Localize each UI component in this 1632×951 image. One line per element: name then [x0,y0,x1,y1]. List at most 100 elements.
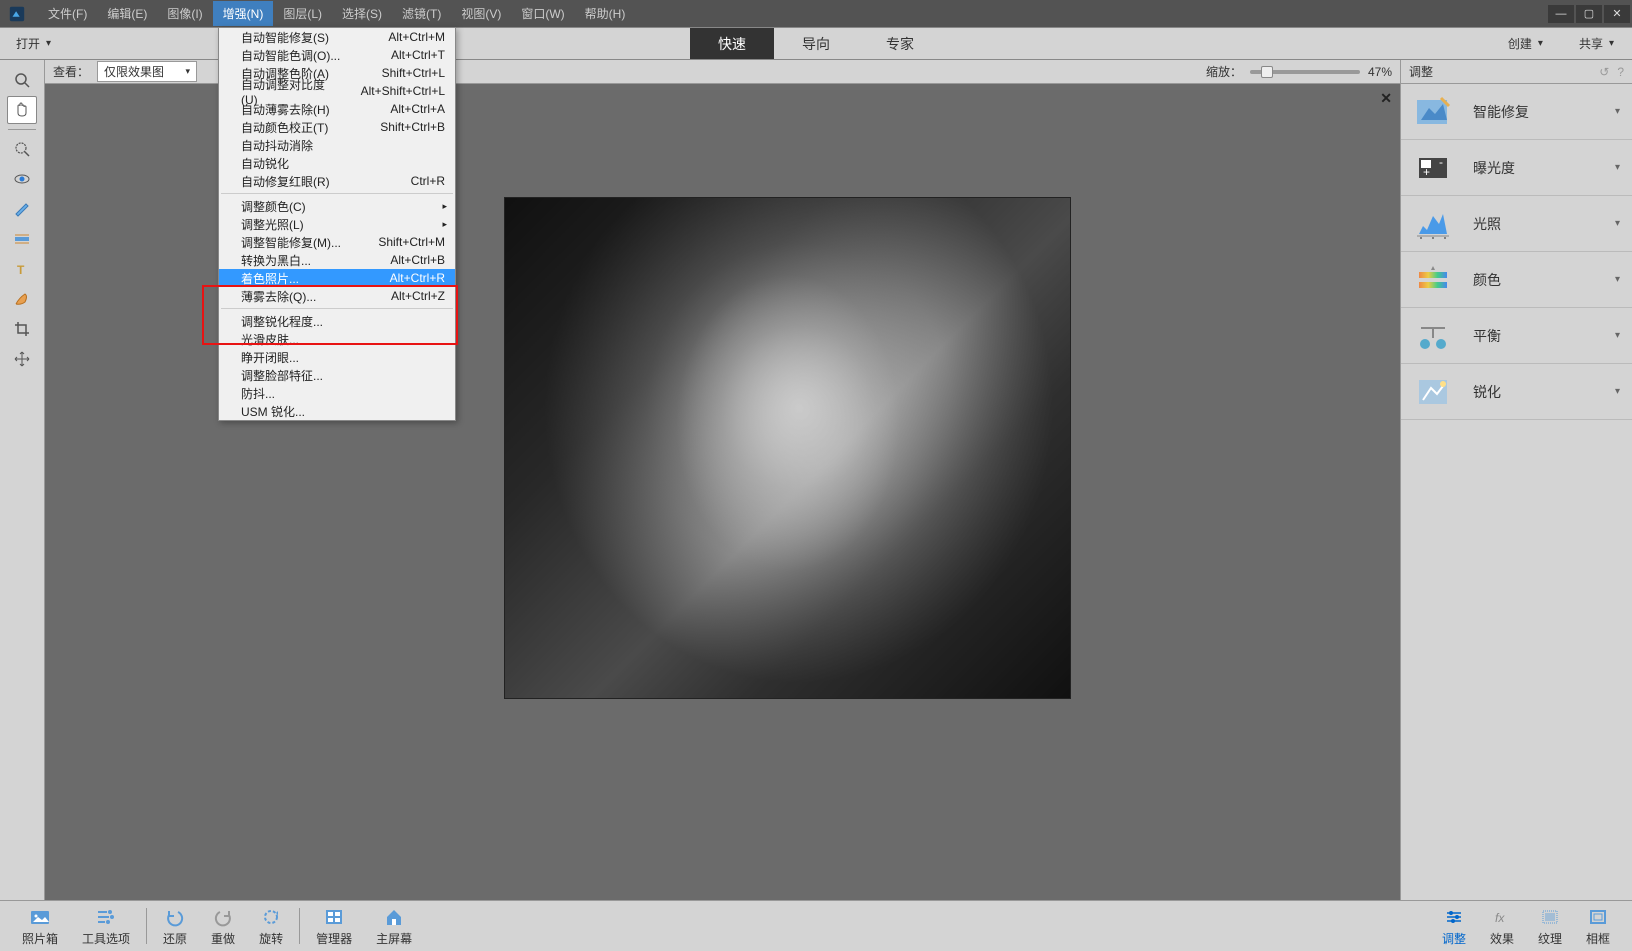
dropdown-item[interactable]: 自动智能色调(O)...Alt+Ctrl+T [219,46,455,64]
adjust-row[interactable]: 平衡▾ [1401,308,1632,364]
tab-texture[interactable]: 纹理 [1526,906,1574,947]
dropdown-item[interactable]: 防抖... [219,384,455,402]
photo-bin-button[interactable]: 照片箱 [10,906,70,947]
tab-adjust[interactable]: 调整 [1430,906,1478,947]
maximize-button[interactable]: ▢ [1576,5,1602,23]
open-button[interactable]: 打开 [0,28,67,59]
redeye-tool[interactable] [7,165,37,193]
menu-enhance[interactable]: 增强(N) [213,1,274,26]
dropdown-item[interactable]: 调整锐化程度... [219,312,455,330]
redo-icon [212,906,234,928]
hand-tool[interactable] [7,96,37,124]
dropdown-item[interactable]: 自动调整对比度(U)Alt+Shift+Ctrl+L [219,82,455,100]
create-button[interactable]: 创建 [1490,28,1561,59]
tab-expert[interactable]: 专家 [858,28,942,59]
menu-filter[interactable]: 滤镜(T) [392,1,451,26]
organizer-button[interactable]: 管理器 [304,906,364,947]
adjust-label: 平衡 [1473,326,1501,346]
dropdown-item[interactable]: 调整智能修复(M)...Shift+Ctrl+M [219,233,455,251]
redo-button[interactable]: 重做 [199,906,247,947]
bottom-right-tabs: 调整 fx效果 纹理 相框 [1430,906,1622,947]
adjust-icon [1413,317,1453,355]
adjust-label: 曝光度 [1473,158,1515,178]
spot-heal-tool[interactable] [7,285,37,313]
zoom-tool[interactable] [7,66,37,94]
adjust-row[interactable]: 锐化▾ [1401,364,1632,420]
dropdown-item[interactable]: 薄雾去除(Q)...Alt+Ctrl+Z [219,287,455,305]
dropdown-item[interactable]: 调整脸部特征... [219,366,455,384]
view-mode-select[interactable]: 仅限效果图 [97,61,197,82]
undo-button[interactable]: 还原 [151,906,199,947]
dropdown-item[interactable]: 自动抖动消除 [219,136,455,154]
straighten-tool[interactable] [7,225,37,253]
tab-frame[interactable]: 相框 [1574,906,1622,947]
reset-icon[interactable]: ↺ [1599,65,1609,79]
tab-effects[interactable]: fx效果 [1478,906,1526,947]
tool-options-button[interactable]: 工具选项 [70,906,142,947]
rotate-icon [260,906,282,928]
adjust-icon [1443,906,1465,928]
rotate-button[interactable]: 旋转 [247,906,295,947]
svg-text:fx: fx [1495,911,1505,925]
home-button[interactable]: 主屏幕 [364,906,424,947]
adjust-icon: +- [1413,149,1453,187]
dropdown-item[interactable]: 调整光照(L) [219,215,455,233]
svg-text:+: + [1423,165,1430,179]
photo-bin-icon [29,906,51,928]
texture-icon [1539,906,1561,928]
menu-file[interactable]: 文件(F) [38,1,97,26]
right-panel-title: 调整 [1409,63,1433,80]
quick-select-tool[interactable] [7,135,37,163]
menu-layer[interactable]: 图层(L) [273,1,332,26]
dropdown-item[interactable]: 着色照片...Alt+Ctrl+R [219,269,455,287]
chevron-down-icon: ▾ [1615,162,1620,173]
chevron-down-icon: ▾ [1615,106,1620,117]
adjust-icon [1413,261,1453,299]
tab-quick[interactable]: 快速 [690,28,774,59]
tab-guided[interactable]: 导向 [774,28,858,59]
move-tool[interactable] [7,345,37,373]
adjust-row[interactable]: 智能修复▾ [1401,84,1632,140]
enhance-dropdown[interactable]: 自动智能修复(S)Alt+Ctrl+M自动智能色调(O)...Alt+Ctrl+… [218,27,456,421]
zoom-value: 47% [1368,65,1392,79]
tool-options-icon [95,906,117,928]
minimize-button[interactable]: — [1548,5,1574,23]
dropdown-item[interactable]: 自动锐化 [219,154,455,172]
dropdown-item[interactable]: 自动智能修复(S)Alt+Ctrl+M [219,28,455,46]
undo-icon [164,906,186,928]
menu-edit[interactable]: 编辑(E) [97,1,157,26]
dropdown-item[interactable]: 光滑皮肤... [219,330,455,348]
menu-window[interactable]: 窗口(W) [511,1,574,26]
text-tool[interactable]: T [7,255,37,283]
help-icon[interactable]: ? [1617,65,1624,79]
dropdown-item[interactable]: 自动颜色校正(T)Shift+Ctrl+B [219,118,455,136]
app-logo [8,5,26,23]
dropdown-item[interactable]: USM 锐化... [219,402,455,420]
chevron-down-icon: ▾ [1615,274,1620,285]
close-document-icon[interactable]: ✕ [1380,90,1392,107]
whiten-tool[interactable] [7,195,37,223]
dropdown-item[interactable]: 转换为黑白...Alt+Ctrl+B [219,251,455,269]
zoom-slider[interactable] [1250,70,1360,74]
effects-icon: fx [1491,906,1513,928]
svg-text:-: - [1439,155,1443,169]
view-label: 查看： [53,63,89,80]
dropdown-item[interactable]: 自动修复红眼(R)Ctrl+R [219,172,455,190]
menu-view[interactable]: 视图(V) [451,1,511,26]
adjust-row[interactable]: +- 曝光度 ▾ [1401,140,1632,196]
adjust-row[interactable]: 光照▾ [1401,196,1632,252]
adjust-row[interactable]: 颜色▾ [1401,252,1632,308]
menu-image[interactable]: 图像(I) [157,1,212,26]
menu-help[interactable]: 帮助(H) [575,1,636,26]
crop-tool[interactable] [7,315,37,343]
share-button[interactable]: 共享 [1561,28,1632,59]
document-image[interactable] [504,197,1071,699]
tool-column: T [0,60,45,900]
dropdown-item[interactable]: 睁开闭眼... [219,348,455,366]
mode-tabs: 快速 导向 专家 [690,28,942,59]
dropdown-item[interactable]: 自动薄雾去除(H)Alt+Ctrl+A [219,100,455,118]
menu-select[interactable]: 选择(S) [332,1,392,26]
bottom-bar: 照片箱 工具选项 还原 重做 旋转 管理器 主屏幕 调整 fx效果 纹理 相框 [0,900,1632,951]
close-button[interactable]: ✕ [1604,5,1630,23]
dropdown-item[interactable]: 调整颜色(C) [219,197,455,215]
